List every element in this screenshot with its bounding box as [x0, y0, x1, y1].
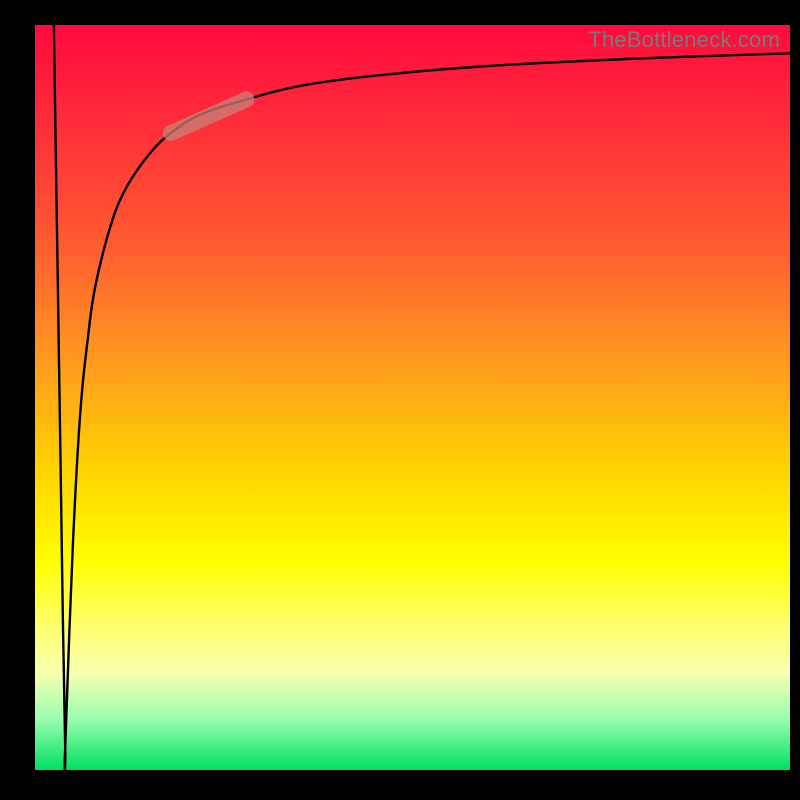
chart-frame: TheBottleneck.com	[0, 0, 800, 800]
plot-area: TheBottleneck.com	[35, 25, 790, 770]
curve-svg	[35, 25, 790, 770]
highlight-segment	[171, 100, 247, 134]
